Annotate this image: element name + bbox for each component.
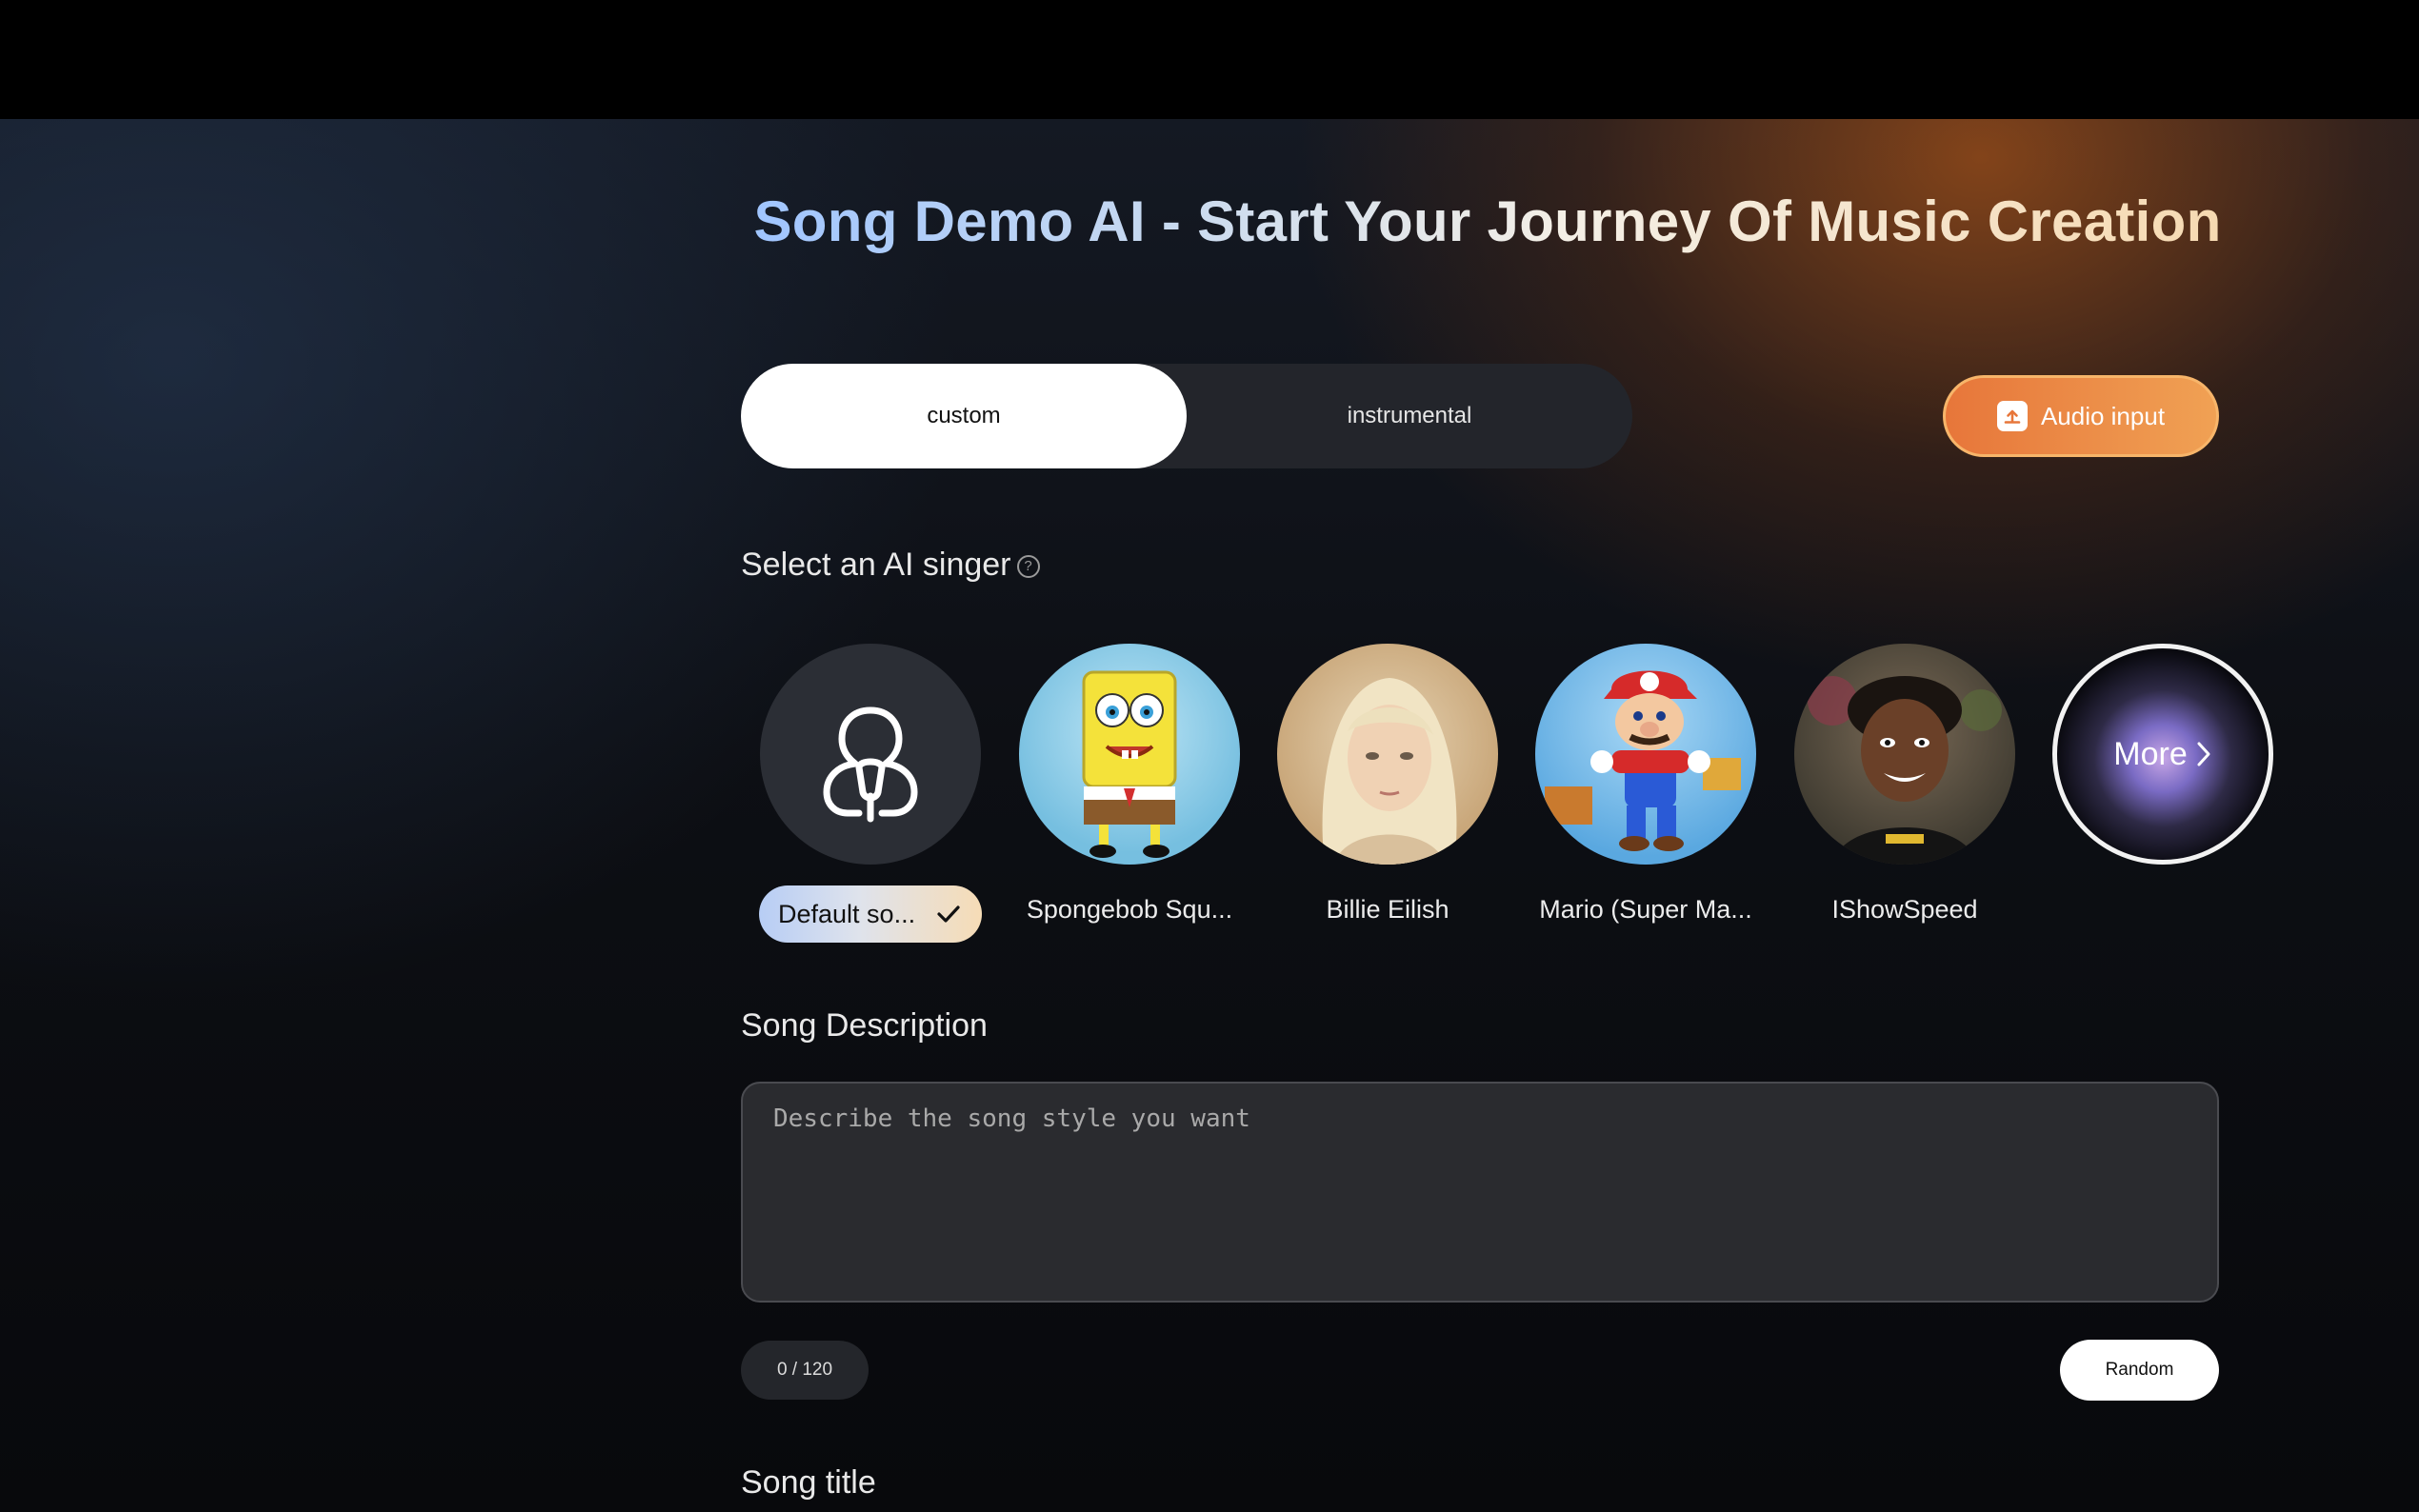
tab-instrumental[interactable]: instrumental	[1187, 364, 1632, 468]
song-title-label: Song title	[741, 1464, 876, 1501]
random-button[interactable]: Random	[2060, 1340, 2219, 1401]
check-icon	[937, 905, 960, 923]
spongebob-image	[1082, 670, 1177, 858]
upload-icon	[1996, 401, 2028, 431]
mario-image	[1545, 670, 1741, 851]
singer-mario-avatar[interactable]	[1535, 644, 1756, 865]
singer-billie-eilish-avatar[interactable]	[1277, 644, 1498, 865]
singer-section-label: Select an AI singer?	[741, 547, 1040, 584]
song-description-label: Song Description	[741, 1007, 988, 1044]
singer-billie-eilish-name[interactable]: Billie Eilish	[1264, 895, 1511, 925]
song-description-input[interactable]	[741, 1082, 2219, 1303]
top-black-bar	[0, 0, 2419, 119]
singer-mario-name[interactable]: Mario (Super Ma...	[1522, 895, 1769, 925]
audio-input-button[interactable]: Audio input	[1943, 375, 2219, 457]
default-singer-icon	[823, 706, 918, 823]
singer-ishowspeed-name[interactable]: IShowSpeed	[1781, 895, 2029, 925]
ishowspeed-image	[1808, 676, 2002, 865]
more-label: More	[2113, 735, 2188, 772]
page-title: Song Demo AI - Start Your Journey Of Mus…	[735, 189, 2240, 254]
singer-default-avatar[interactable]	[760, 644, 981, 865]
billie-eilish-image	[1322, 678, 1457, 865]
singer-ishowspeed-avatar[interactable]	[1794, 644, 2015, 865]
more-singers-button[interactable]: More	[2052, 644, 2273, 865]
singer-spongebob-name[interactable]: Spongebob Squ...	[1006, 895, 1253, 925]
mode-toggle: custom instrumental	[741, 364, 1632, 468]
tab-custom[interactable]: custom	[741, 364, 1187, 468]
character-counter: 0 / 120	[741, 1341, 869, 1400]
singer-default-selected[interactable]: Default so...	[759, 885, 982, 943]
chevron-right-icon	[2197, 742, 2210, 766]
help-icon[interactable]: ?	[1016, 555, 1040, 579]
audio-input-label: Audio input	[2040, 401, 2166, 430]
singer-spongebob-avatar[interactable]	[1019, 644, 1240, 865]
